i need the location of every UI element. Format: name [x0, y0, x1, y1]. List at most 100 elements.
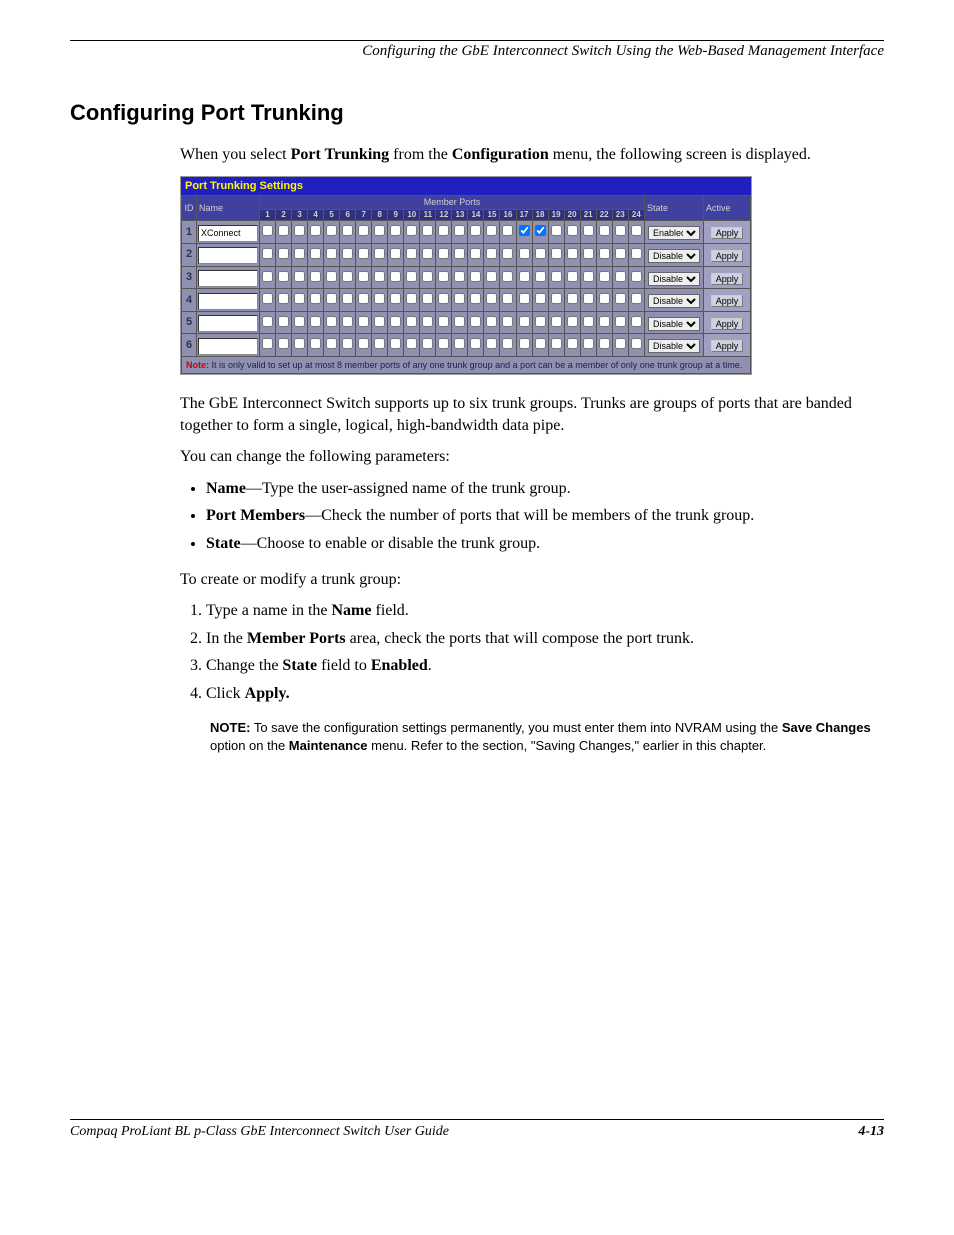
port-checkbox[interactable] — [406, 271, 417, 282]
port-checkbox[interactable] — [599, 316, 610, 327]
apply-button[interactable]: Apply — [711, 227, 744, 239]
port-checkbox[interactable] — [262, 316, 273, 327]
port-checkbox[interactable] — [294, 271, 305, 282]
port-checkbox[interactable] — [374, 225, 385, 236]
port-checkbox[interactable] — [535, 248, 546, 259]
port-checkbox[interactable] — [374, 271, 385, 282]
port-checkbox[interactable] — [374, 293, 385, 304]
port-checkbox[interactable] — [502, 271, 513, 282]
port-checkbox[interactable] — [470, 225, 481, 236]
port-checkbox[interactable] — [551, 293, 562, 304]
port-checkbox[interactable] — [406, 225, 417, 236]
port-checkbox[interactable] — [519, 316, 530, 327]
port-checkbox[interactable] — [358, 338, 369, 349]
port-checkbox[interactable] — [342, 248, 353, 259]
port-checkbox[interactable] — [535, 316, 546, 327]
port-checkbox[interactable] — [294, 338, 305, 349]
port-checkbox[interactable] — [278, 316, 289, 327]
port-checkbox[interactable] — [310, 225, 321, 236]
port-checkbox[interactable] — [390, 248, 401, 259]
port-checkbox[interactable] — [294, 293, 305, 304]
port-checkbox[interactable] — [519, 271, 530, 282]
port-checkbox[interactable] — [278, 271, 289, 282]
port-checkbox[interactable] — [583, 293, 594, 304]
port-checkbox[interactable] — [551, 316, 562, 327]
port-checkbox[interactable] — [326, 271, 337, 282]
port-checkbox[interactable] — [535, 338, 546, 349]
port-checkbox[interactable] — [438, 271, 449, 282]
port-checkbox[interactable] — [535, 225, 546, 236]
port-checkbox[interactable] — [278, 225, 289, 236]
port-checkbox[interactable] — [519, 225, 530, 236]
port-checkbox[interactable] — [551, 338, 562, 349]
port-checkbox[interactable] — [535, 293, 546, 304]
port-checkbox[interactable] — [615, 316, 626, 327]
port-checkbox[interactable] — [583, 271, 594, 282]
port-checkbox[interactable] — [262, 225, 273, 236]
trunk-name-input[interactable] — [198, 225, 258, 242]
port-checkbox[interactable] — [502, 338, 513, 349]
port-checkbox[interactable] — [358, 271, 369, 282]
port-checkbox[interactable] — [454, 225, 465, 236]
port-checkbox[interactable] — [599, 338, 610, 349]
port-checkbox[interactable] — [567, 271, 578, 282]
port-checkbox[interactable] — [374, 248, 385, 259]
apply-button[interactable]: Apply — [711, 295, 744, 307]
port-checkbox[interactable] — [502, 248, 513, 259]
port-checkbox[interactable] — [519, 338, 530, 349]
port-checkbox[interactable] — [615, 225, 626, 236]
port-checkbox[interactable] — [310, 338, 321, 349]
port-checkbox[interactable] — [519, 293, 530, 304]
port-checkbox[interactable] — [583, 225, 594, 236]
port-checkbox[interactable] — [342, 225, 353, 236]
port-checkbox[interactable] — [631, 293, 642, 304]
port-checkbox[interactable] — [278, 338, 289, 349]
port-checkbox[interactable] — [470, 248, 481, 259]
port-checkbox[interactable] — [310, 271, 321, 282]
port-checkbox[interactable] — [535, 271, 546, 282]
port-checkbox[interactable] — [422, 316, 433, 327]
port-checkbox[interactable] — [631, 271, 642, 282]
port-checkbox[interactable] — [615, 338, 626, 349]
port-checkbox[interactable] — [486, 293, 497, 304]
state-select[interactable]: EnabledDisabled — [648, 272, 700, 286]
port-checkbox[interactable] — [519, 248, 530, 259]
port-checkbox[interactable] — [567, 293, 578, 304]
port-checkbox[interactable] — [486, 225, 497, 236]
port-checkbox[interactable] — [390, 338, 401, 349]
state-select[interactable]: EnabledDisabled — [648, 294, 700, 308]
port-checkbox[interactable] — [262, 248, 273, 259]
port-checkbox[interactable] — [374, 316, 385, 327]
port-checkbox[interactable] — [278, 248, 289, 259]
port-checkbox[interactable] — [631, 338, 642, 349]
port-checkbox[interactable] — [422, 293, 433, 304]
state-select[interactable]: EnabledDisabled — [648, 317, 700, 331]
trunk-name-input[interactable] — [198, 315, 258, 332]
port-checkbox[interactable] — [262, 338, 273, 349]
apply-button[interactable]: Apply — [711, 250, 744, 262]
port-checkbox[interactable] — [454, 338, 465, 349]
port-checkbox[interactable] — [406, 316, 417, 327]
state-select[interactable]: EnabledDisabled — [648, 249, 700, 263]
port-checkbox[interactable] — [631, 316, 642, 327]
port-checkbox[interactable] — [631, 225, 642, 236]
port-checkbox[interactable] — [294, 225, 305, 236]
port-checkbox[interactable] — [631, 248, 642, 259]
port-checkbox[interactable] — [406, 248, 417, 259]
trunk-name-input[interactable] — [198, 338, 258, 355]
port-checkbox[interactable] — [470, 293, 481, 304]
port-checkbox[interactable] — [599, 225, 610, 236]
port-checkbox[interactable] — [326, 316, 337, 327]
port-checkbox[interactable] — [390, 316, 401, 327]
apply-button[interactable]: Apply — [711, 273, 744, 285]
port-checkbox[interactable] — [470, 338, 481, 349]
port-checkbox[interactable] — [486, 271, 497, 282]
port-checkbox[interactable] — [599, 271, 610, 282]
port-checkbox[interactable] — [390, 293, 401, 304]
port-checkbox[interactable] — [262, 271, 273, 282]
port-checkbox[interactable] — [422, 248, 433, 259]
port-checkbox[interactable] — [583, 316, 594, 327]
port-checkbox[interactable] — [567, 338, 578, 349]
port-checkbox[interactable] — [551, 271, 562, 282]
port-checkbox[interactable] — [278, 293, 289, 304]
